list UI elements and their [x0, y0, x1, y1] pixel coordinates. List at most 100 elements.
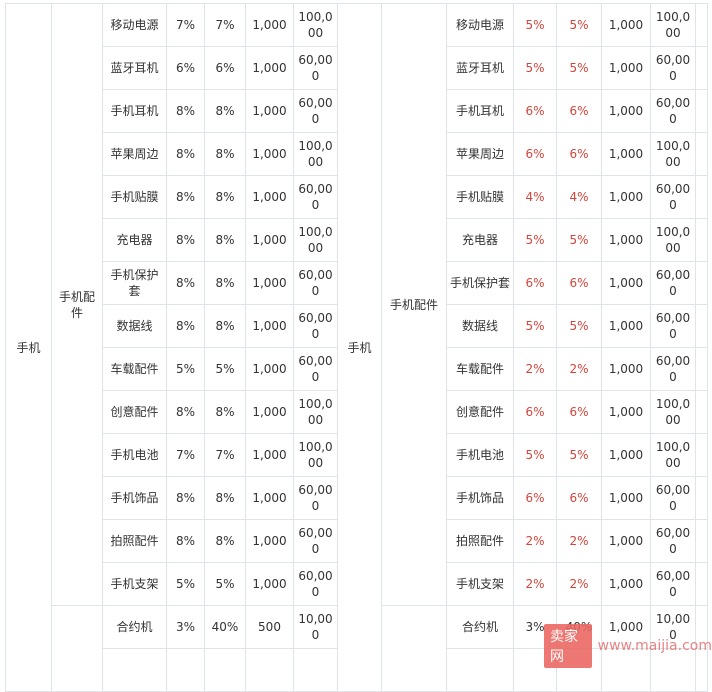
item-name: 手机支架	[102, 562, 167, 606]
extra-cell	[695, 476, 708, 520]
cap: 60,000	[293, 519, 338, 563]
rate-1: 5%	[513, 46, 557, 90]
cap: 100,000	[293, 218, 338, 262]
deposit: 1,000	[245, 304, 294, 348]
item-name: 充电器	[446, 218, 514, 262]
watermark-badge: 卖家网	[544, 624, 592, 668]
cap: 60,000	[650, 46, 696, 90]
rate-1: 8%	[166, 261, 205, 305]
rate-1: 6%	[513, 89, 557, 133]
watermark: 卖家网 www.maijia.com	[544, 624, 712, 668]
item-name: 手机保护套	[446, 261, 514, 305]
rate-2: 8%	[204, 218, 246, 262]
rate-1: 8%	[166, 132, 205, 176]
deposit: 1,000	[601, 261, 651, 305]
cap: 60,000	[650, 562, 696, 606]
cap: 60,000	[650, 304, 696, 348]
extra-cell	[695, 519, 708, 563]
item-name: 数据线	[446, 304, 514, 348]
rate-2: 5%	[556, 218, 602, 262]
extra-cell	[695, 390, 708, 434]
cap: 100,000	[293, 132, 338, 176]
extra-cell	[695, 304, 708, 348]
cap: 60,000	[650, 476, 696, 520]
rate-2: 6%	[556, 89, 602, 133]
deposit: 1,000	[245, 433, 294, 477]
rate-1: 2%	[513, 347, 557, 391]
rate-1: 5%	[513, 218, 557, 262]
deposit: 1,000	[245, 3, 294, 47]
cap: 100,000	[293, 390, 338, 434]
deposit: 1,000	[245, 347, 294, 391]
deposit: 1,000	[601, 433, 651, 477]
cap: 100,000	[293, 433, 338, 477]
rate-2: 8%	[204, 304, 246, 348]
rate-1: 5%	[513, 304, 557, 348]
deposit: 1,000	[245, 132, 294, 176]
deposit: 1,000	[601, 347, 651, 391]
subcategory-cell: 手机配件	[381, 3, 447, 606]
cap: 100,000	[650, 218, 696, 262]
deposit: 1,000	[601, 175, 651, 219]
rate-1: 6%	[513, 390, 557, 434]
rate-2: 8%	[204, 476, 246, 520]
cap: 100,000	[650, 132, 696, 176]
item-name: 拍照配件	[446, 519, 514, 563]
deposit: 1,000	[601, 390, 651, 434]
deposit: 1,000	[601, 304, 651, 348]
item-name: 车载配件	[446, 347, 514, 391]
rate-2: 5%	[556, 433, 602, 477]
extra-cell	[695, 261, 708, 305]
rate-2: 8%	[204, 89, 246, 133]
item-name: 手机保护套	[102, 261, 167, 305]
item-name: 苹果周边	[446, 132, 514, 176]
item-name: 手机电池	[446, 433, 514, 477]
rate-1: 2%	[513, 562, 557, 606]
rate-2: 2%	[556, 519, 602, 563]
category-cell: 手机	[5, 3, 52, 692]
rate-2: 40%	[204, 605, 246, 649]
extra-cell	[695, 433, 708, 477]
deposit: 1,000	[601, 519, 651, 563]
cap: 60,000	[650, 347, 696, 391]
rate-2: 5%	[556, 304, 602, 348]
rate-1: 8%	[166, 218, 205, 262]
rate-2: 2%	[556, 562, 602, 606]
subcategory-cell: 手机配件	[51, 3, 103, 606]
rate-1: 3%	[166, 605, 205, 649]
cap: 60,000	[293, 46, 338, 90]
rate-1: 5%	[166, 347, 205, 391]
rate-1: 7%	[166, 3, 205, 47]
rate-2: 5%	[204, 562, 246, 606]
cap: 60,000	[650, 261, 696, 305]
rate-2: 8%	[204, 261, 246, 305]
rate-2: 8%	[204, 132, 246, 176]
rate-1: 7%	[166, 433, 205, 477]
cap: 60,000	[293, 476, 338, 520]
rate-2: 7%	[204, 433, 246, 477]
cap: 60,000	[293, 347, 338, 391]
rate-1: 8%	[166, 304, 205, 348]
extra-cell	[695, 562, 708, 606]
table-row: 合约机 3% 40% 500 10,000	[6, 605, 338, 692]
rate-1: 6%	[513, 132, 557, 176]
deposit: 1,000	[601, 89, 651, 133]
cap: 60,000	[293, 304, 338, 348]
item-name: 车载配件	[102, 347, 167, 391]
rate-1: 5%	[513, 3, 557, 47]
extra-cell	[695, 46, 708, 90]
cap: 60,000	[650, 175, 696, 219]
rate-2: 7%	[204, 3, 246, 47]
item-name: 手机电池	[102, 433, 167, 477]
deposit: 1,000	[601, 46, 651, 90]
cap: 100,000	[293, 3, 338, 47]
deposit: 1,000	[601, 562, 651, 606]
rate-2: 8%	[204, 519, 246, 563]
deposit: 1,000	[601, 476, 651, 520]
cap: 100,000	[650, 433, 696, 477]
cap: 60,000	[293, 175, 338, 219]
item-name: 拍照配件	[102, 519, 167, 563]
item-name: 手机贴膜	[446, 175, 514, 219]
table-row: 手机 手机配件 移动电源 5% 5% 1,000 100,000	[337, 3, 708, 692]
rate-2: 4%	[556, 175, 602, 219]
